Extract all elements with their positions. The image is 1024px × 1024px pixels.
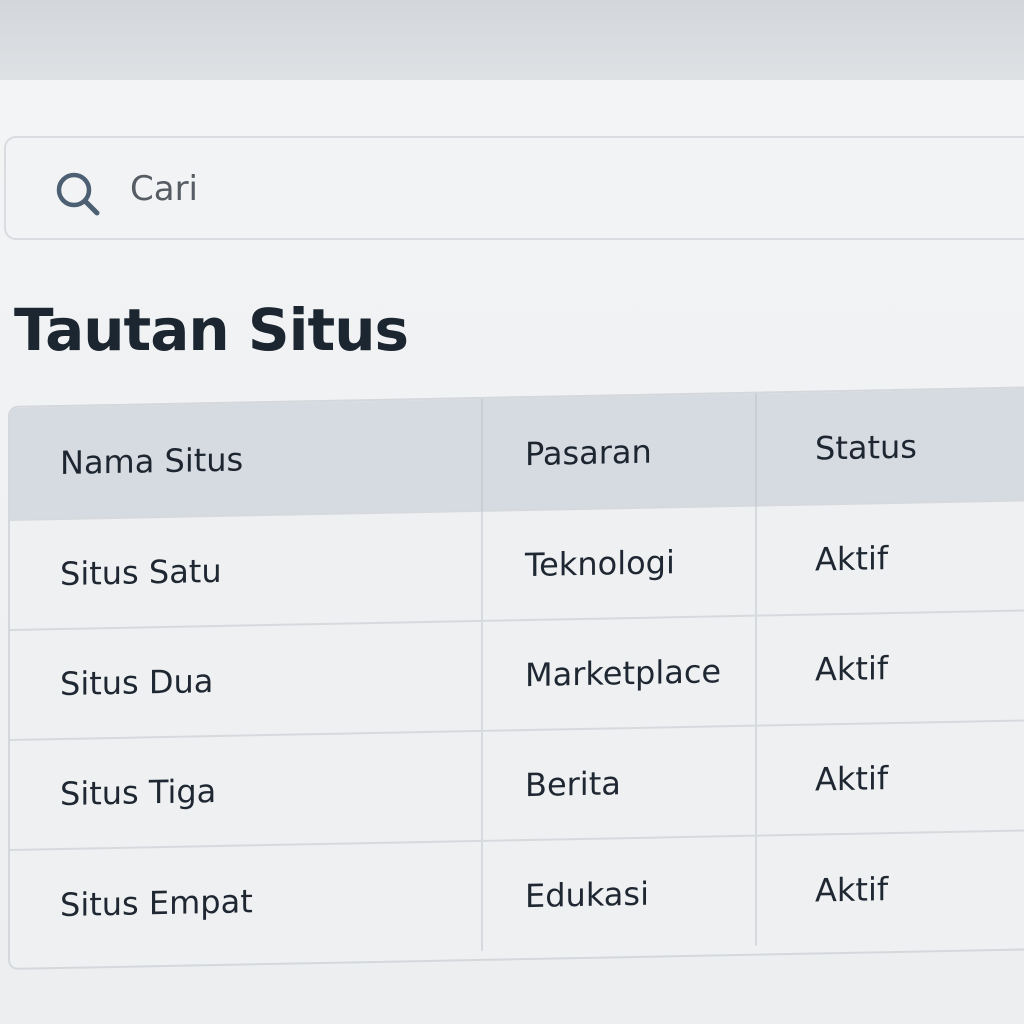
site-name-cell[interactable]: Situs Empat xyxy=(10,840,482,960)
monitor-bezel xyxy=(0,0,1024,84)
status-cell: Aktif xyxy=(756,499,1024,616)
status-cell: Aktif xyxy=(756,829,1024,946)
status-cell: Aktif xyxy=(756,719,1024,836)
page-title: Tautan Situs xyxy=(14,296,409,364)
search-input[interactable] xyxy=(128,160,732,218)
market-cell: Edukasi xyxy=(482,835,756,951)
table-header-row: Nama Situs Pasaran Status xyxy=(10,387,1024,520)
market-cell: Berita xyxy=(482,725,756,841)
column-header-status[interactable]: Status xyxy=(756,387,1024,506)
table-row[interactable]: Situs Tiga Berita Aktif xyxy=(10,719,1024,850)
site-name-cell[interactable]: Situs Tiga xyxy=(10,730,482,850)
search-bar[interactable] xyxy=(4,136,1024,240)
table-row[interactable]: Situs Dua Marketplace Aktif xyxy=(10,609,1024,740)
site-name-cell[interactable]: Situs Dua xyxy=(10,620,482,740)
status-cell: Aktif xyxy=(756,609,1024,726)
site-name-cell[interactable]: Situs Satu xyxy=(10,510,482,630)
search-icon xyxy=(56,172,100,216)
market-cell: Teknologi xyxy=(482,505,756,621)
sites-table: Nama Situs Pasaran Status Situs Satu Tek… xyxy=(8,385,1024,970)
column-header-market[interactable]: Pasaran xyxy=(482,393,756,511)
table-row[interactable]: Situs Satu Teknologi Aktif xyxy=(10,499,1024,630)
market-cell: Marketplace xyxy=(482,615,756,731)
column-header-name[interactable]: Nama Situs xyxy=(10,398,482,520)
table-row[interactable]: Situs Empat Edukasi Aktif xyxy=(10,829,1024,960)
